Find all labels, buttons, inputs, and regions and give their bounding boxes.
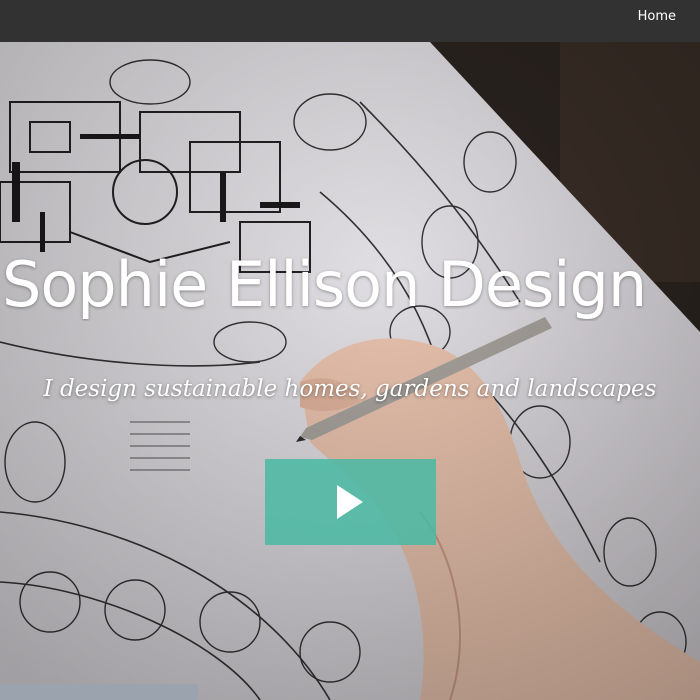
hero-title: Sophie Ellison Design: [2, 248, 647, 321]
play-icon: [337, 485, 363, 519]
hero-subtitle: I design sustainable homes, gardens and …: [43, 376, 657, 402]
nav-home-link[interactable]: Home: [638, 9, 676, 24]
play-video-button[interactable]: [265, 459, 436, 545]
top-nav-bar: Home: [0, 0, 700, 42]
hero-section: Sophie Ellison Design I design sustainab…: [0, 42, 700, 700]
hero-background-image: [0, 42, 700, 700]
bottom-overlay-strip: [0, 684, 198, 700]
